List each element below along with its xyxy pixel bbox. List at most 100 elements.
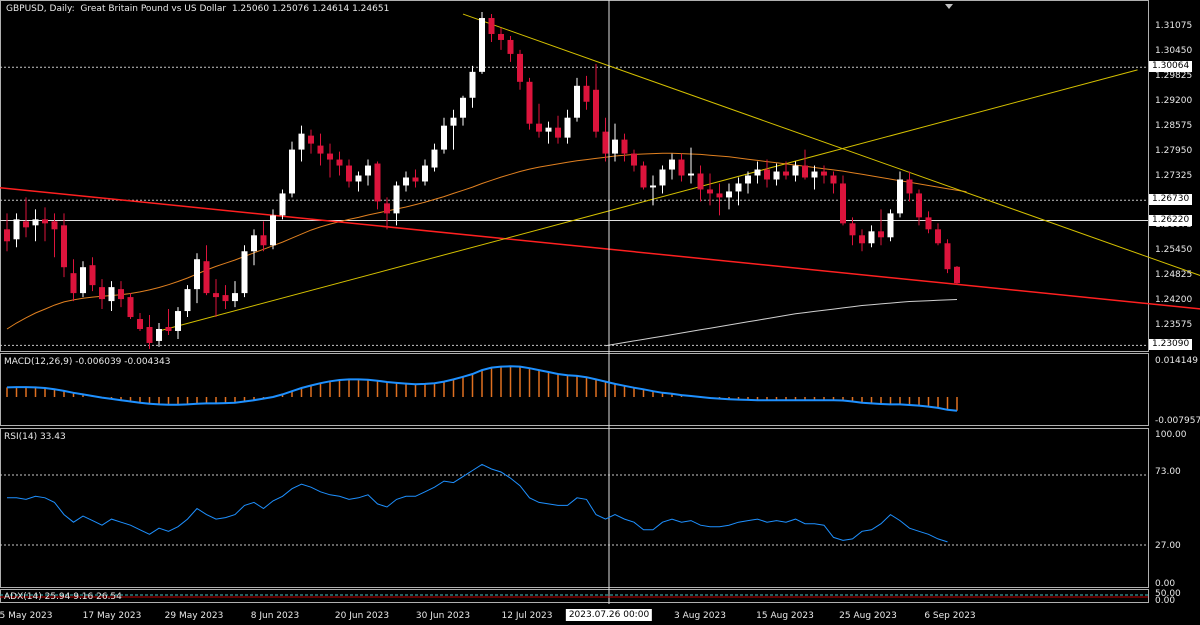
chart-shift-marker-icon[interactable]	[945, 4, 953, 9]
bull-candle-body	[469, 71, 476, 98]
bear-candle-body	[678, 159, 685, 176]
bear-candle-body	[203, 261, 210, 294]
bull-candle-body	[279, 193, 286, 216]
bear-candle-body	[99, 287, 105, 300]
bear-candle-body	[336, 159, 343, 166]
symbol-header: GBPUSD, Daily: Great Britain Pound vs US…	[6, 4, 389, 14]
bull-candle-body	[887, 213, 894, 238]
price-tick-label: 1.29825	[1155, 70, 1193, 81]
time-tick-label: 8 Jun 2023	[250, 611, 300, 621]
price-tick-label: 1.27325	[1155, 170, 1193, 181]
bull-candle-body	[792, 165, 799, 176]
bear-candle-body	[222, 295, 229, 302]
bull-candle-body	[612, 139, 618, 154]
bear-candle-body	[127, 297, 134, 318]
bear-candle-body	[707, 189, 713, 194]
bull-candle-body	[564, 117, 571, 138]
price-tick-label: 1.27950	[1155, 145, 1193, 156]
bull-candle-body	[811, 171, 818, 178]
bull-candle-body	[355, 175, 362, 182]
time-tick-label: 6 Sep 2023	[924, 611, 976, 621]
bear-candle-body	[716, 193, 723, 198]
bear-candle-body	[317, 145, 324, 154]
bear-candle-body	[840, 183, 846, 224]
bear-candle-body	[498, 33, 504, 40]
bear-candle-body	[906, 179, 913, 194]
time-tick-label: 29 May 2023	[164, 611, 224, 621]
bull-candle-body	[184, 289, 191, 312]
bear-candle-body	[640, 165, 647, 188]
rsi-axis-73: 73.00	[1155, 467, 1181, 477]
price-tick-label: 1.24825	[1155, 270, 1193, 281]
bear-candle-body	[954, 266, 960, 284]
bear-candle-body	[526, 81, 533, 124]
adx-pane-frame	[0, 589, 1149, 603]
rsi-axis-27: 27.00	[1155, 541, 1181, 551]
time-tick-label: 25 Aug 2023	[839, 611, 897, 621]
adx-label: ADX(14) 25.94 9.16 26.54	[4, 592, 122, 602]
price-tick-label: 1.24200	[1155, 295, 1193, 306]
moving-average-orange	[6, 152, 967, 330]
bull-candle-body	[897, 179, 903, 214]
bear-candle-body	[308, 135, 314, 144]
bear-candle-body	[821, 171, 827, 176]
bear-candle-body	[764, 169, 770, 180]
price-tick-label: 1.25450	[1155, 245, 1193, 256]
bull-candle-body	[460, 97, 466, 118]
bear-candle-body	[593, 89, 599, 132]
bear-candle-body	[925, 217, 932, 230]
bear-candle-body	[137, 319, 143, 329]
bear-candle-body	[118, 289, 124, 300]
rsi-axis-0: 0.00	[1155, 579, 1176, 589]
bear-candle-body	[412, 177, 419, 182]
moving-average-white	[605, 299, 958, 347]
bear-candle-body	[146, 326, 153, 343]
macd-pane-frame	[0, 353, 1149, 426]
bull-candle-body	[156, 328, 162, 341]
bull-candle-body	[403, 177, 409, 186]
bear-candle-body	[51, 221, 58, 230]
bear-candle-body	[555, 127, 561, 138]
bear-candle-body	[165, 326, 172, 331]
bear-candle-body	[213, 293, 219, 298]
bull-candle-body	[868, 231, 875, 244]
symbol-name: GBPUSD, Daily:	[6, 4, 75, 14]
bear-candle-body	[374, 163, 381, 202]
bull-candle-body	[431, 149, 438, 168]
bull-candle-body	[745, 175, 751, 184]
bear-candle-body	[783, 171, 789, 176]
bull-candle-body	[241, 251, 248, 294]
bear-candle-body	[830, 175, 837, 184]
bull-candle-body	[773, 171, 780, 180]
price-marker-box: 1.26220	[1149, 214, 1193, 226]
bear-candle-body	[327, 153, 333, 160]
price-marker-box: 1.23090	[1149, 339, 1193, 351]
ohlc-values: 1.25060 1.25076 1.24614 1.24651	[231, 4, 390, 14]
bull-candle-body	[194, 259, 200, 290]
bear-candle-body	[346, 165, 352, 182]
bull-candle-body	[298, 133, 305, 150]
bear-candle-body	[944, 243, 951, 270]
bear-candle-body	[70, 273, 77, 294]
bull-candle-body	[32, 219, 39, 226]
chart-window[interactable]: GBPUSD, Daily: Great Britain Pound vs US…	[0, 0, 1200, 625]
bull-candle-body	[574, 85, 580, 118]
bear-candle-body	[916, 193, 922, 218]
rsi-label: RSI(14) 33.43	[4, 432, 66, 442]
bull-candle-body	[393, 185, 400, 214]
bear-candle-body	[61, 225, 67, 268]
bull-candle-body	[726, 191, 732, 198]
bull-candle-body	[422, 165, 428, 182]
time-tick-label: 3 Aug 2023	[674, 611, 726, 621]
price-tick-label: 1.29200	[1155, 95, 1193, 106]
chart-canvas[interactable]	[0, 0, 1200, 625]
time-tick-label: 5 May 2023	[0, 611, 53, 621]
time-tick-label: 30 Jun 2023	[415, 611, 471, 621]
price-marker-box: 1.26730	[1149, 194, 1193, 206]
bear-candle-body	[802, 165, 808, 178]
bear-candle-body	[517, 53, 523, 82]
bear-candle-body	[42, 219, 48, 224]
macd-label: MACD(12,26,9) -0.006039 -0.004343	[4, 357, 171, 367]
bull-candle-body	[650, 185, 656, 188]
trendline-red-support	[0, 186, 1200, 310]
